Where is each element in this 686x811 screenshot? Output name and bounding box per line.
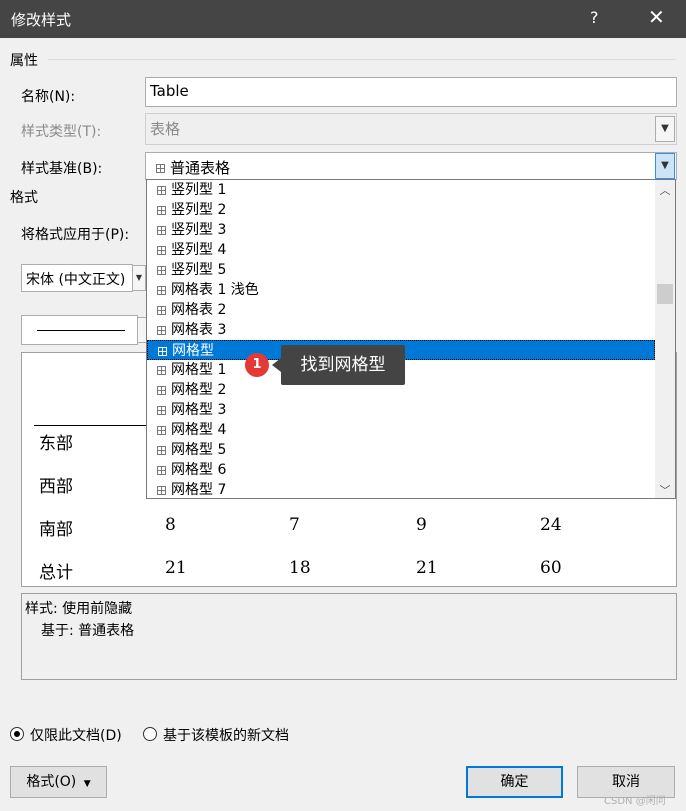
style-type-value: 表格: [150, 120, 181, 138]
watermark: CSDN @闲问: [604, 796, 666, 807]
style-type-select: 表格: [145, 113, 677, 145]
style-base-dropdown-list[interactable]: 竖列型 1 竖列型 2 竖列型 3 竖列型 4 竖列型 5 网格表 1 浅色 网…: [146, 179, 676, 499]
new-docs-label[interactable]: 基于该模板的新文档: [163, 725, 289, 745]
list-item[interactable]: 网格型 4: [147, 420, 655, 440]
list-item[interactable]: 竖列型 1: [147, 180, 655, 200]
description-line: 基于: 普通表格: [41, 623, 135, 639]
table-icon: [157, 325, 166, 335]
ok-button[interactable]: 确定: [466, 766, 563, 798]
font-value: 宋体 (中文正文): [26, 272, 126, 288]
section-divider: [48, 59, 676, 60]
cell-value: 9: [416, 515, 427, 535]
style-base-select[interactable]: 普通表格: [145, 152, 677, 180]
list-item[interactable]: 竖列型 4: [147, 240, 655, 260]
only-this-doc-radio[interactable]: [10, 727, 24, 741]
chevron-down-icon[interactable]: ▼: [655, 153, 675, 179]
style-type-label: 样式类型(T):: [21, 124, 102, 140]
cell-value: 7: [289, 515, 300, 535]
scrollbar[interactable]: ︿ ﹀: [655, 180, 675, 498]
list-item[interactable]: 竖列型 5: [147, 260, 655, 280]
list-item[interactable]: 网格型 3: [147, 400, 655, 420]
table-icon: [157, 245, 166, 255]
cell-value: 8: [165, 515, 176, 535]
scrollbar-thumb[interactable]: [657, 284, 673, 304]
chevron-down-icon: ▼: [655, 116, 675, 142]
table-icon: [157, 185, 166, 195]
close-icon[interactable]: ✕: [648, 5, 665, 29]
table-icon: [157, 225, 166, 235]
table-icon: [157, 465, 166, 475]
list-item[interactable]: 网格表 3: [147, 320, 655, 340]
new-docs-radio[interactable]: [143, 727, 157, 741]
annotation-tooltip: 找到网格型: [281, 345, 405, 385]
cell-value: 60: [540, 558, 562, 578]
title-bar: 修改样式 ? ✕: [0, 0, 686, 38]
format-section-title: 格式: [10, 190, 38, 206]
format-button-label: 格式(O): [26, 774, 77, 790]
cell-value: 24: [540, 515, 562, 535]
apply-to-label: 将格式应用于(P):: [21, 227, 130, 243]
format-button[interactable]: 格式(O) ▼: [10, 766, 107, 798]
name-input[interactable]: Table: [145, 77, 677, 107]
table-icon: [157, 305, 166, 315]
list-item[interactable]: 网格表 2: [147, 300, 655, 320]
list-item[interactable]: 网格型 6: [147, 460, 655, 480]
table-icon: [158, 346, 167, 356]
chevron-down-icon[interactable]: ﹀: [655, 482, 675, 498]
row-label: 东部: [39, 434, 73, 454]
list-item[interactable]: 竖列型 3: [147, 220, 655, 240]
step-badge: 1: [245, 353, 269, 377]
table-icon: [157, 205, 166, 215]
list-item[interactable]: 网格型 7: [147, 480, 655, 498]
table-icon: [157, 265, 166, 275]
table-icon: [157, 405, 166, 415]
name-label: 名称(N):: [21, 89, 76, 105]
table-top-border: [34, 425, 164, 426]
style-base-label: 样式基准(B):: [21, 161, 103, 177]
table-icon: [157, 385, 166, 395]
properties-section-title: 属性: [10, 53, 38, 69]
cell-value: 18: [289, 558, 311, 578]
table-icon: [156, 164, 165, 173]
list-item[interactable]: 竖列型 2: [147, 200, 655, 220]
description-line: 样式: 使用前隐藏: [25, 601, 133, 617]
list-item[interactable]: 网格表 1 浅色: [147, 280, 655, 300]
table-icon: [157, 485, 166, 495]
only-this-doc-label[interactable]: 仅限此文档(D): [30, 725, 122, 745]
caret-down-icon: ▼: [83, 779, 91, 789]
table-icon: [157, 365, 166, 375]
tooltip-arrow: [272, 358, 281, 372]
font-select[interactable]: 宋体 (中文正文): [21, 264, 133, 292]
row-label: 西部: [39, 477, 73, 497]
cell-value: 21: [165, 558, 187, 578]
row-label: 总计: [39, 563, 73, 583]
row-label: 南部: [39, 520, 73, 540]
style-base-value: 普通表格: [170, 159, 231, 177]
line-sample: [37, 330, 125, 331]
chevron-up-icon[interactable]: ︿: [655, 182, 675, 198]
chevron-down-icon[interactable]: ▼: [132, 265, 146, 291]
table-icon: [157, 445, 166, 455]
cell-value: 21: [416, 558, 438, 578]
list-item[interactable]: 网格型 5: [147, 440, 655, 460]
help-button[interactable]: ?: [590, 8, 599, 27]
border-style-select[interactable]: [21, 315, 138, 345]
table-icon: [157, 425, 166, 435]
table-icon: [157, 285, 166, 295]
style-description: 样式: 使用前隐藏 基于: 普通表格: [21, 593, 677, 680]
window-title: 修改样式: [11, 11, 72, 29]
